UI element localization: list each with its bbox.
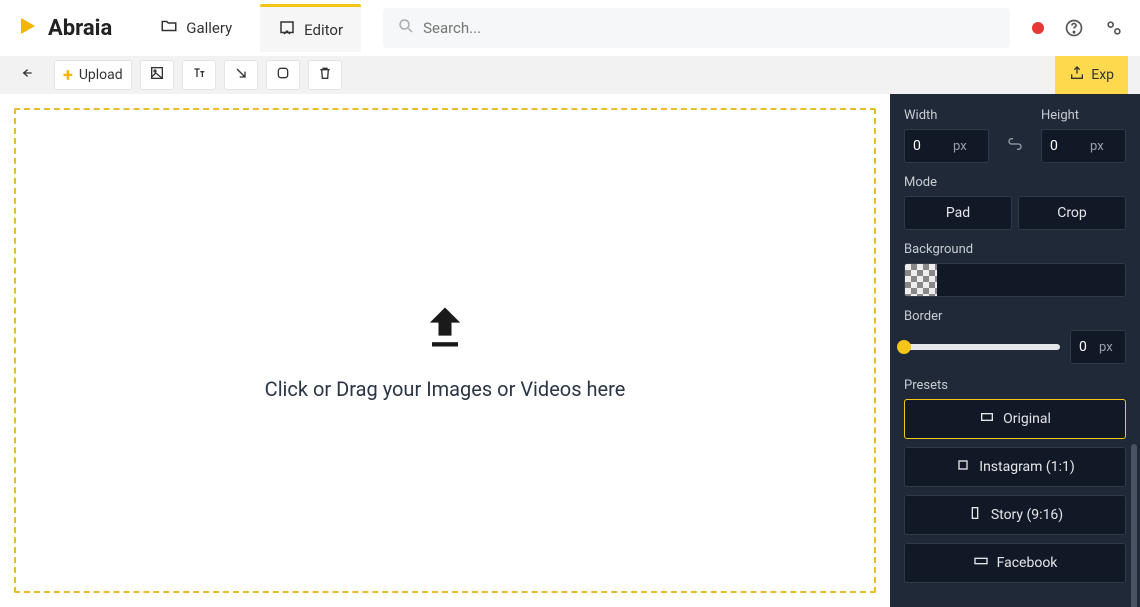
export-button[interactable]: Exp bbox=[1055, 56, 1128, 94]
wide-icon bbox=[973, 553, 989, 573]
mode-label: Mode bbox=[904, 175, 1126, 190]
trash-icon bbox=[317, 65, 333, 85]
link-dimensions-button[interactable] bbox=[1007, 129, 1023, 163]
mode-crop-button[interactable]: Crop bbox=[1018, 196, 1126, 230]
tab-editor[interactable]: Editor bbox=[260, 4, 361, 52]
border-slider[interactable] bbox=[904, 344, 1060, 350]
width-unit: px bbox=[953, 139, 967, 154]
border-label: Border bbox=[904, 309, 1126, 324]
upload-icon bbox=[419, 301, 471, 357]
rounded-square-icon bbox=[275, 65, 291, 85]
properties-panel: Width px Height px Mode Pad Crop bbox=[890, 94, 1140, 607]
slider-thumb[interactable] bbox=[897, 340, 911, 354]
preset-story-label: Story (9:16) bbox=[991, 507, 1063, 523]
help-icon[interactable] bbox=[1064, 18, 1084, 38]
search-input[interactable] bbox=[423, 19, 996, 37]
height-input[interactable] bbox=[1050, 138, 1090, 154]
landscape-icon bbox=[979, 409, 995, 429]
preset-facebook-label: Facebook bbox=[997, 555, 1058, 571]
panel-scrollbar[interactable] bbox=[1131, 444, 1137, 607]
preset-instagram-label: Instagram (1:1) bbox=[979, 459, 1074, 475]
folder-icon bbox=[160, 17, 178, 39]
background-label: Background bbox=[904, 242, 1126, 257]
arrow-icon bbox=[233, 65, 249, 85]
tab-gallery-label: Gallery bbox=[186, 19, 232, 37]
preset-original-label: Original bbox=[1003, 411, 1051, 427]
height-unit: px bbox=[1090, 139, 1104, 154]
square-icon bbox=[955, 457, 971, 477]
portrait-icon bbox=[967, 505, 983, 525]
toolbar: + Upload Exp bbox=[0, 56, 1140, 94]
height-label: Height bbox=[1041, 108, 1126, 123]
border-unit: px bbox=[1099, 340, 1113, 355]
search-icon bbox=[397, 17, 423, 39]
mode-pad-button[interactable]: Pad bbox=[904, 196, 1012, 230]
play-icon bbox=[16, 14, 40, 42]
upload-button[interactable]: + Upload bbox=[54, 60, 132, 90]
image-icon bbox=[149, 65, 165, 85]
link-icon bbox=[1007, 136, 1023, 156]
upload-label: Upload bbox=[79, 67, 123, 83]
preset-original[interactable]: Original bbox=[904, 399, 1126, 439]
editor-icon bbox=[278, 19, 296, 41]
border-value-wrap[interactable]: px bbox=[1070, 330, 1126, 364]
border-input[interactable] bbox=[1079, 339, 1099, 355]
arrow-tool-button[interactable] bbox=[224, 60, 258, 90]
preset-story[interactable]: Story (9:16) bbox=[904, 495, 1126, 535]
export-icon bbox=[1069, 65, 1085, 85]
preset-facebook[interactable]: Facebook bbox=[904, 543, 1126, 583]
width-input-wrap[interactable]: px bbox=[904, 129, 989, 163]
brand-name: Abraia bbox=[48, 16, 112, 41]
presets-label: Presets bbox=[904, 378, 1126, 393]
plus-icon: + bbox=[63, 65, 73, 86]
search-box[interactable] bbox=[383, 8, 1010, 48]
shape-tool-button[interactable] bbox=[266, 60, 300, 90]
brand-logo[interactable]: Abraia bbox=[16, 14, 112, 42]
tab-gallery[interactable]: Gallery bbox=[142, 4, 250, 52]
record-indicator-icon[interactable] bbox=[1032, 22, 1044, 34]
settings-icon[interactable] bbox=[1104, 18, 1124, 38]
text-icon bbox=[191, 65, 207, 85]
preset-instagram[interactable]: Instagram (1:1) bbox=[904, 447, 1126, 487]
delete-tool-button[interactable] bbox=[308, 60, 342, 90]
undo-button[interactable] bbox=[12, 60, 46, 90]
height-input-wrap[interactable]: px bbox=[1041, 129, 1126, 163]
dropzone-text: Click or Drag your Images or Videos here bbox=[265, 377, 626, 401]
width-label: Width bbox=[904, 108, 989, 123]
dropzone[interactable]: Click or Drag your Images or Videos here bbox=[14, 108, 876, 593]
text-tool-button[interactable] bbox=[182, 60, 216, 90]
tab-editor-label: Editor bbox=[304, 21, 343, 39]
undo-icon bbox=[21, 65, 37, 85]
export-label: Exp bbox=[1091, 67, 1114, 83]
image-tool-button[interactable] bbox=[140, 60, 174, 90]
background-swatch[interactable] bbox=[904, 263, 1126, 297]
transparent-swatch-icon bbox=[905, 264, 937, 296]
width-input[interactable] bbox=[913, 138, 953, 154]
